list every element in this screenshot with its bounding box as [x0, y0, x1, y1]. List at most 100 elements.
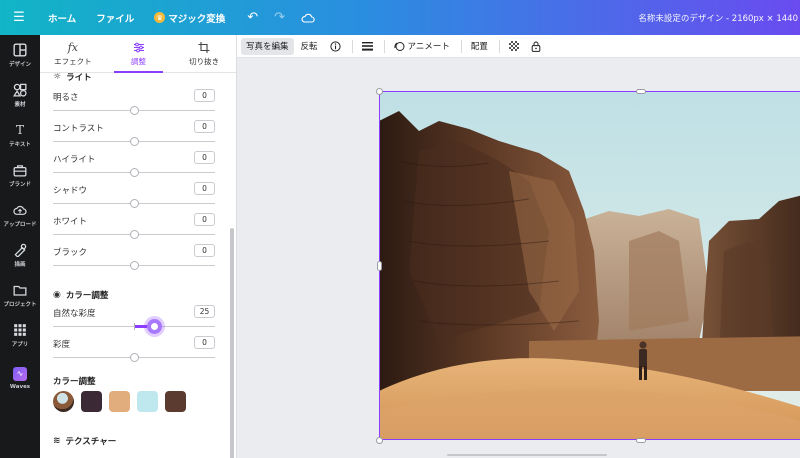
lock-icon	[531, 41, 541, 52]
slider-value-input[interactable]: 0	[194, 213, 215, 226]
slider-thumb[interactable]	[129, 261, 139, 270]
flip-button[interactable]: 反転	[296, 38, 323, 55]
rail-item-uploads[interactable]: アップロード	[0, 195, 40, 235]
slider-thumb[interactable]	[129, 168, 139, 177]
rail-label: テキスト	[9, 141, 31, 148]
tab-label: エフェクト	[54, 56, 92, 66]
slider-thumb[interactable]	[129, 353, 139, 362]
brand-icon	[13, 164, 27, 176]
slider-thumb[interactable]	[129, 137, 139, 146]
slider-value-input[interactable]: 0	[194, 182, 215, 195]
slider-value-input[interactable]: 0	[194, 244, 215, 257]
slider-value-input[interactable]: 0	[194, 89, 215, 102]
redo-button[interactable]: ↷	[266, 0, 293, 35]
resize-handle-left[interactable]	[377, 261, 382, 271]
tab-label: 調整	[131, 56, 146, 66]
texture-icon: ≋	[53, 436, 61, 446]
rail-item-waves[interactable]: ∿ Waves	[0, 358, 40, 398]
texture-section-header: ≋ テクスチャー	[53, 435, 116, 447]
palette-swatches	[53, 391, 193, 412]
tab-crop[interactable]: 切り抜き	[171, 35, 236, 72]
slider-value-input[interactable]: 25	[194, 305, 215, 318]
rail-item-draw[interactable]: 描画	[0, 235, 40, 275]
color-swatch[interactable]	[137, 391, 158, 412]
text-icon: T	[15, 122, 24, 137]
tab-adjust[interactable]: 調整	[106, 35, 172, 73]
desert-canyon-photo[interactable]	[379, 91, 800, 440]
rail-item-projects[interactable]: プロジェクト	[0, 275, 40, 315]
animate-icon	[393, 41, 405, 51]
file-menu-button[interactable]: ファイル	[86, 0, 144, 35]
transparency-icon	[508, 41, 519, 51]
fx-icon: fx	[67, 40, 78, 54]
color-drop-icon: ◉	[53, 290, 61, 300]
shapes-icon	[13, 83, 27, 97]
rail-item-brand[interactable]: ブランド	[0, 155, 40, 195]
resize-handle-bottom[interactable]	[636, 438, 646, 443]
waves-app-icon: ∿	[13, 366, 27, 381]
resize-handle-bottom-left[interactable]	[376, 437, 383, 444]
panel-scrollbar[interactable]	[230, 228, 234, 458]
photo-illustration	[379, 91, 800, 440]
animate-button[interactable]: アニメート	[389, 38, 455, 55]
panel-scroll-area[interactable]: ☼ ライト 明るさ 0 コントラスト 0 ハイライト 0 シャドウ 0 ホワイト 0 ブラック 0 ◉…	[40, 72, 236, 458]
rail-item-text[interactable]: T テキスト	[0, 115, 40, 155]
divider	[383, 39, 385, 53]
magic-switch-button[interactable]: ♛ マジック変換	[144, 0, 235, 35]
color-swatch[interactable]	[81, 391, 102, 412]
canvas-scrollbar[interactable]	[447, 454, 607, 456]
resize-handle-top[interactable]	[636, 89, 646, 94]
save-status-button[interactable]	[293, 0, 323, 35]
color-swatch[interactable]	[109, 391, 130, 412]
slider-thumb[interactable]	[146, 319, 162, 334]
slider-light-5: ブラック 0	[53, 244, 215, 274]
rail-label: ブランド	[8, 181, 31, 188]
undo-icon: ↶	[247, 10, 259, 25]
info-icon	[329, 40, 341, 52]
lock-button[interactable]	[526, 38, 546, 55]
tab-effects[interactable]: fx エフェクト	[40, 35, 106, 72]
slider-label: コントラスト	[53, 124, 104, 134]
slider-thumb[interactable]	[129, 106, 139, 115]
section-title: テクスチャー	[65, 437, 117, 447]
resize-handle-top-left[interactable]	[376, 88, 383, 95]
design-canvas[interactable]	[237, 58, 800, 458]
border-style-button[interactable]	[357, 38, 378, 55]
slider-value-input[interactable]: 0	[194, 336, 215, 349]
slider-label: ハイライト	[53, 155, 96, 165]
rail-item-elements[interactable]: 素材	[0, 75, 40, 115]
panel-tabs: fx エフェクト 調整 切り抜き	[40, 35, 236, 73]
slider-light-3: シャドウ 0	[53, 182, 215, 212]
slider-label: ブラック	[53, 248, 88, 258]
photo-swatch[interactable]	[53, 391, 74, 412]
border-lines-icon	[361, 42, 373, 51]
sun-icon: ☼	[53, 72, 62, 82]
crown-icon: ♛	[154, 12, 166, 23]
color-swatch[interactable]	[165, 391, 186, 412]
home-button[interactable]: ホーム	[38, 0, 86, 35]
position-button[interactable]: 配置	[466, 38, 493, 55]
rail-label: デザイン	[8, 61, 31, 68]
transparency-button[interactable]	[504, 38, 524, 55]
slider-value-input[interactable]: 0	[194, 120, 215, 133]
slider-value-input[interactable]: 0	[194, 151, 215, 164]
slider-label: ホワイト	[53, 217, 88, 227]
rail-item-apps[interactable]: アプリ	[0, 315, 40, 355]
info-button[interactable]	[325, 38, 346, 55]
slider-label: 彩度	[53, 340, 71, 350]
section-title: カラー調整	[53, 377, 96, 387]
slider-thumb[interactable]	[129, 199, 139, 208]
edit-photo-button[interactable]: 写真を編集	[241, 37, 294, 55]
slider-thumb[interactable]	[129, 230, 139, 239]
section-title: カラー調整	[65, 291, 109, 301]
color-section-header: ◉ カラー調整	[53, 289, 108, 301]
design-title[interactable]: 名称未設定のデザイン - 2160px × 1440	[638, 0, 800, 35]
rail-label: プロジェクト	[3, 301, 37, 308]
apps-grid-icon	[14, 323, 26, 336]
animate-label: アニメート	[407, 42, 450, 52]
tab-label: 切り抜き	[189, 56, 220, 66]
hamburger-menu-button[interactable]: ☰	[0, 0, 38, 35]
rail-item-design[interactable]: デザイン	[0, 35, 40, 75]
undo-button[interactable]: ↶	[239, 0, 266, 35]
palette-section-header: カラー調整	[53, 375, 96, 387]
